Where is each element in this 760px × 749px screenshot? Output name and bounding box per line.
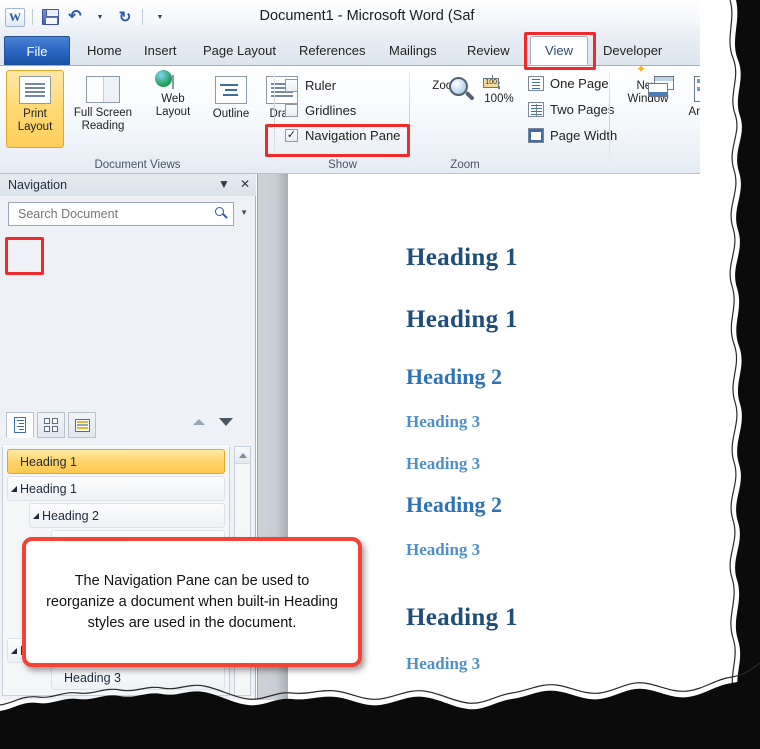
navigation-heading-item[interactable]: Heading 1 bbox=[7, 449, 225, 474]
search-input[interactable] bbox=[16, 206, 215, 222]
group-label-zoom: Zoom bbox=[450, 159, 480, 171]
print-layout-label-line2: Layout bbox=[17, 121, 53, 133]
full-screen-reading-icon bbox=[86, 76, 120, 103]
zoom-100-label: 100% bbox=[484, 93, 514, 105]
document-map-icon bbox=[14, 417, 26, 433]
page-width-button[interactable]: Page Width bbox=[528, 128, 617, 143]
full-screen-reading-label-line2: Reading bbox=[81, 120, 125, 132]
screenshot-root: W ↶ ▼ ↻ ▼ Document1 - Microsoft Word (Sa… bbox=[0, 0, 760, 749]
search-results-icon bbox=[74, 418, 90, 432]
group-label-document-views: Document Views bbox=[94, 159, 181, 171]
gridlines-checkbox-row[interactable]: Gridlines bbox=[285, 103, 356, 118]
print-layout-icon bbox=[19, 76, 51, 104]
navigation-pane-checkbox[interactable]: ✓ bbox=[285, 129, 298, 142]
outline-button[interactable]: Outline bbox=[202, 70, 260, 148]
torn-edge-bottom bbox=[0, 662, 760, 749]
navigation-heading-label: Heading 2 bbox=[42, 508, 99, 523]
page-thumbnails-icon bbox=[44, 418, 58, 432]
web-layout-icon bbox=[172, 75, 174, 89]
navigation-browse-arrows bbox=[193, 418, 233, 426]
web-layout-button[interactable]: Web Layout bbox=[144, 70, 202, 148]
one-page-button[interactable]: One Page bbox=[528, 76, 609, 91]
document-heading-h3: Heading 3 bbox=[406, 454, 481, 473]
ribbon-tab-strip: File Home Insert Page Layout References … bbox=[0, 36, 734, 66]
collapse-twisty-icon[interactable]: ◢ bbox=[30, 511, 42, 520]
navigation-heading-label: Heading 1 bbox=[20, 481, 77, 496]
navigation-heading-label: Heading 1 bbox=[20, 454, 77, 469]
navigation-pane-close-icon[interactable]: ✕ bbox=[240, 176, 250, 192]
navigation-heading-item[interactable]: ◢Heading 1 bbox=[7, 476, 225, 501]
two-pages-button[interactable]: Two Pages bbox=[528, 102, 614, 117]
web-layout-label-line2: Layout bbox=[155, 106, 191, 118]
document-heading-h1: Heading 1 bbox=[406, 244, 518, 271]
gridlines-label: Gridlines bbox=[305, 103, 357, 118]
print-layout-button[interactable]: Print Layout bbox=[6, 70, 64, 148]
browse-pages-tab[interactable] bbox=[37, 412, 65, 438]
navigation-pane-options-caret-icon[interactable]: ▼ bbox=[218, 176, 230, 192]
group-label-show: Show bbox=[328, 159, 357, 171]
title-bar: W ↶ ▼ ↻ ▼ Document1 - Microsoft Word (Sa… bbox=[0, 0, 734, 36]
tab-view[interactable]: View bbox=[530, 36, 588, 65]
ribbon: Print Layout Full Screen Reading Web Lay… bbox=[0, 63, 734, 174]
tab-review[interactable]: Review bbox=[458, 36, 519, 65]
navigation-pane-title: Navigation bbox=[8, 178, 68, 192]
ribbon-group-show: Ruler Gridlines ✓ Navigation Pane Show bbox=[275, 66, 410, 174]
scroll-up-button[interactable] bbox=[235, 447, 250, 464]
zoom-button[interactable]: Zoom bbox=[418, 70, 476, 148]
ruler-checkbox-row[interactable]: Ruler bbox=[285, 78, 336, 93]
navigation-search-row: ▼ bbox=[8, 202, 248, 226]
one-page-icon bbox=[528, 76, 544, 91]
page-width-label: Page Width bbox=[550, 128, 618, 143]
navigation-pane-header: Navigation ▼ ✕ bbox=[0, 174, 256, 196]
next-heading-icon[interactable] bbox=[219, 418, 233, 426]
ribbon-group-zoom: Zoom 100 100% One Page Two Pages Page Wi… bbox=[410, 66, 617, 174]
two-pages-label: Two Pages bbox=[550, 102, 615, 117]
navigation-heading-item[interactable]: ◢Heading 2 bbox=[29, 503, 225, 528]
tab-references[interactable]: References bbox=[290, 36, 374, 65]
navigation-pane-label: Navigation Pane bbox=[305, 128, 401, 143]
navigation-pane-checkbox-row[interactable]: ✓ Navigation Pane bbox=[285, 128, 400, 143]
one-page-label: One Page bbox=[550, 76, 609, 91]
search-document-box[interactable] bbox=[8, 202, 234, 226]
navigation-pane-tabs bbox=[6, 412, 99, 438]
search-icon[interactable] bbox=[215, 207, 229, 221]
page-width-icon bbox=[528, 128, 544, 143]
document-heading-h2: Heading 2 bbox=[406, 492, 502, 517]
ruler-label: Ruler bbox=[305, 78, 337, 93]
window-title: Document1 - Microsoft Word (Saf bbox=[259, 8, 475, 24]
ribbon-group-document-views: Print Layout Full Screen Reading Web Lay… bbox=[0, 66, 298, 174]
browse-headings-tab[interactable] bbox=[6, 412, 34, 438]
collapse-twisty-icon[interactable]: ◢ bbox=[8, 484, 20, 493]
outline-icon bbox=[215, 76, 247, 104]
outline-label: Outline bbox=[212, 108, 250, 120]
zoom-100-icon: 100 bbox=[483, 75, 500, 89]
document-heading-h1: Heading 1 bbox=[406, 306, 518, 333]
tab-file[interactable]: File bbox=[4, 36, 70, 65]
search-options-caret-icon[interactable]: ▼ bbox=[240, 208, 248, 217]
document-heading-h3: Heading 3 bbox=[406, 412, 481, 431]
tab-insert[interactable]: Insert bbox=[135, 36, 186, 65]
full-screen-reading-label-line1: Full Screen bbox=[73, 107, 133, 119]
new-window-button[interactable]: ✦ New Window bbox=[618, 63, 678, 148]
document-heading-h1: Heading 1 bbox=[406, 604, 518, 631]
web-layout-label-line1: Web bbox=[161, 93, 185, 105]
tab-page-layout[interactable]: Page Layout bbox=[194, 36, 285, 65]
torn-edge-right bbox=[700, 0, 760, 749]
browse-results-tab[interactable] bbox=[68, 412, 96, 438]
full-screen-reading-button[interactable]: Full Screen Reading bbox=[66, 70, 140, 148]
tab-mailings[interactable]: Mailings bbox=[380, 36, 446, 65]
document-heading-h3: Heading 3 bbox=[406, 540, 481, 559]
document-heading-h2: Heading 2 bbox=[406, 364, 502, 389]
print-layout-label-line1: Print bbox=[23, 108, 47, 120]
ruler-checkbox[interactable] bbox=[285, 79, 298, 92]
gridlines-checkbox[interactable] bbox=[285, 104, 298, 117]
two-pages-icon bbox=[528, 102, 544, 117]
tab-developer[interactable]: Developer bbox=[594, 36, 671, 65]
zoom-100-percent-button[interactable]: 100 100% bbox=[470, 70, 528, 148]
callout-text: The Navigation Pane can be used to reorg… bbox=[46, 572, 338, 631]
tab-home[interactable]: Home bbox=[78, 36, 131, 65]
previous-heading-icon[interactable] bbox=[193, 419, 205, 425]
